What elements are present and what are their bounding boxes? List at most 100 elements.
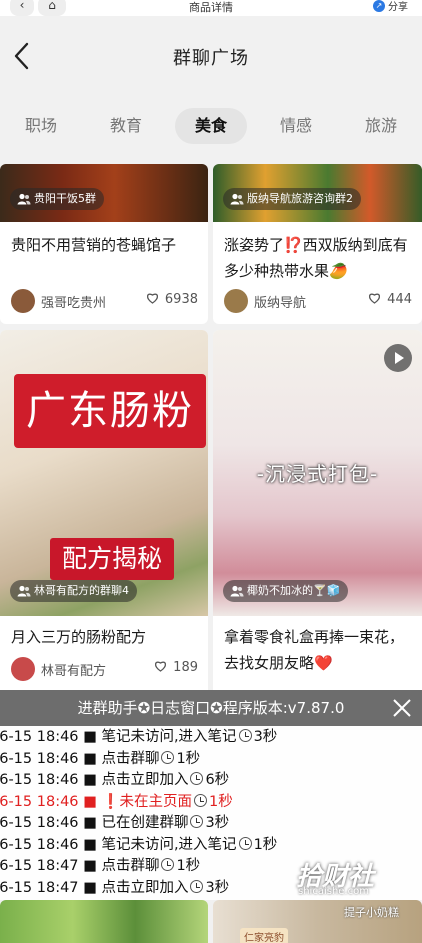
log-line: 06-15 18:46 ■ 笔记未访问,进入笔记 1秒	[0, 834, 277, 856]
avatar[interactable]	[11, 289, 35, 313]
log-duration: 1秒	[209, 793, 233, 810]
cover-subheadline: 配方揭秘	[50, 538, 174, 580]
log-bullet-icon: ■	[78, 836, 102, 853]
clock-icon	[190, 879, 204, 893]
cover-sticker: 仁家亮豹	[240, 928, 288, 943]
browser-top-bar: ‹ ⌂ 商品详情 ↗ 分享	[0, 0, 422, 16]
tab-travel[interactable]: 旅游	[356, 108, 406, 144]
cover-headline: 广东肠粉	[14, 374, 206, 448]
watermark-user: 提子小奶糕	[344, 906, 399, 919]
log-time: 06-15 18:46	[0, 729, 79, 745]
log-window-header: 进群助手✪日志窗口✪程序版本:v7.87.0	[0, 690, 422, 726]
log-text: ❗未在主页面	[101, 793, 193, 810]
log-duration: 6秒	[205, 772, 230, 788]
group-people-icon	[17, 585, 31, 597]
tab-food[interactable]: 美食	[175, 108, 247, 144]
like-count[interactable]: 6938	[146, 292, 198, 307]
log-duration: 3秒	[205, 815, 230, 831]
post-card[interactable]: 贵阳干饭5群 贵阳不用营销的苍蝇馆子 强哥吃贵州 6938	[0, 164, 208, 324]
browser-title: 商品详情	[189, 1, 233, 14]
log-text: 点击立即加入	[101, 879, 189, 896]
log-text: 笔记未访问,进入笔记	[101, 729, 237, 745]
log-line: 06-15 18:46 ■ ❗未在主页面 1秒	[0, 791, 233, 813]
group-badge[interactable]: 椰奶不加冰的🍸🧊	[223, 580, 349, 602]
tab-emotion[interactable]: 情感	[270, 108, 322, 144]
log-time: 06-15 18:46	[0, 815, 79, 831]
avatar[interactable]	[224, 289, 248, 313]
heart-icon	[369, 293, 381, 304]
like-count-value: 189	[173, 660, 198, 675]
post-author-row: 版纳导航 444	[224, 289, 412, 313]
log-duration: 3秒	[205, 879, 230, 896]
log-bullet-icon: ■	[78, 815, 102, 831]
group-badge[interactable]: 版纳导航旅游咨询群2	[223, 188, 361, 210]
tab-education[interactable]: 教育	[100, 108, 152, 144]
like-count-value: 6938	[164, 292, 198, 307]
avatar[interactable]	[11, 657, 35, 681]
log-time: 06-15 18:46	[0, 750, 79, 767]
share-button[interactable]: ↗ 分享	[373, 0, 408, 13]
post-title: 月入三万的肠粉配方	[11, 628, 147, 646]
log-text: 点击立即加入	[101, 772, 189, 788]
log-time: 06-15 18:46	[0, 772, 79, 788]
clock-icon	[161, 858, 175, 871]
log-bullet-icon: ■	[78, 879, 102, 896]
author-name[interactable]: 强哥吃贵州	[41, 292, 106, 311]
post-card[interactable]: 版纳导航旅游咨询群2 涨姿势了⁉️西双版纳到底有多少种热带水果🥭 版纳导航 44…	[213, 164, 422, 324]
post-title: 贵阳不用营销的苍蝇馆子	[11, 236, 177, 254]
share-label: 分享	[388, 2, 408, 13]
log-line: 06-15 18:47 ■ 点击群聊 1秒	[0, 855, 200, 877]
post-author-row: 林哥有配方 189	[11, 657, 198, 681]
group-badge-label: 椰奶不加冰的🍸🧊	[247, 584, 341, 597]
watermark-domain: shicaishe.com	[298, 886, 369, 897]
log-text: 已在创建群聊	[101, 815, 189, 831]
log-duration: 1秒	[176, 858, 201, 874]
log-bullet-icon: ■	[78, 858, 102, 874]
post-title: 拿着零食礼盒再捧一束花，去找女朋友略❤️	[224, 628, 405, 672]
group-badge[interactable]: 林哥有配方的群聊4	[10, 580, 137, 602]
log-bullet-icon: ■	[78, 772, 102, 788]
post-card[interactable]: -沉浸式打包- 椰奶不加冰的🍸🧊 拿着零食礼盒再捧一束花，去找女朋友略❤️	[213, 330, 422, 702]
group-people-icon	[230, 193, 244, 205]
log-line: 06-15 18:46 ■ 点击立即加入 6秒	[0, 769, 229, 791]
post-title: 涨姿势了⁉️西双版纳到底有多少种热带水果🥭	[224, 236, 408, 280]
clock-icon	[161, 750, 175, 764]
clock-icon	[238, 729, 252, 742]
like-count[interactable]: 444	[368, 292, 412, 307]
heart-icon	[146, 293, 158, 304]
author-name[interactable]: 林哥有配方	[41, 660, 106, 679]
post-card[interactable]: 广东肠粉 配方揭秘 林哥有配方的群聊4 月入三万的肠粉配方 林哥有配方 189	[0, 330, 208, 702]
group-badge[interactable]: 贵阳干饭5群	[10, 188, 104, 210]
log-duration: 3秒	[253, 729, 278, 745]
group-badge-label: 林哥有配方的群聊4	[34, 584, 129, 597]
heart-icon	[155, 661, 167, 672]
category-tabs: 职场 教育 美食 情感 旅游	[0, 106, 422, 146]
log-time: 06-15 18:46	[0, 836, 79, 853]
play-icon[interactable]	[384, 344, 412, 372]
clock-icon	[194, 793, 208, 807]
author-name[interactable]: 版纳导航	[254, 292, 306, 311]
group-badge-label: 贵阳干饭5群	[34, 192, 96, 205]
log-time: 06-15 18:47	[0, 879, 79, 896]
like-count-value: 444	[387, 292, 412, 307]
log-duration: 1秒	[253, 836, 278, 853]
log-text: 笔记未访问,进入笔记	[101, 836, 237, 853]
close-icon[interactable]	[390, 696, 414, 720]
log-time: 06-15 18:47	[0, 858, 79, 874]
log-bullet-icon: ■	[78, 793, 102, 810]
log-line: 06-15 18:46 ■ 笔记未访问,进入笔记 3秒	[0, 726, 277, 748]
post-cover-image[interactable]	[0, 900, 208, 943]
group-people-icon	[17, 193, 31, 205]
log-text: 点击群聊	[101, 750, 160, 767]
log-text: 点击群聊	[101, 858, 160, 874]
log-bullet-icon: ■	[78, 729, 102, 745]
clock-icon	[190, 815, 204, 828]
log-line: 06-15 18:46 ■ 已在创建群聊 3秒	[0, 812, 229, 834]
log-bullet-icon: ■	[78, 750, 102, 767]
tab-workplace[interactable]: 职场	[16, 108, 66, 144]
page-title: 群聊广场	[173, 48, 249, 69]
clock-icon	[238, 836, 252, 850]
log-duration: 1秒	[176, 750, 201, 767]
like-count[interactable]: 189	[154, 660, 198, 675]
log-time: 06-15 18:46	[0, 793, 79, 810]
